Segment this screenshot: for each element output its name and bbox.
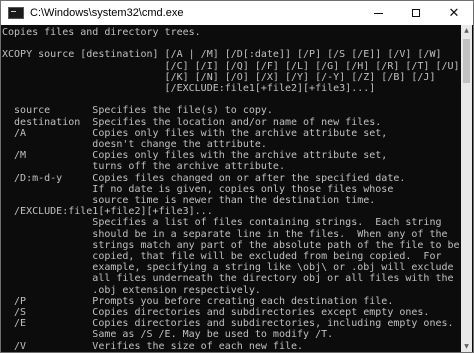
close-button[interactable]: ✕ [435,1,473,25]
console-line: /A Copies only files with the archive at… [2,127,388,139]
console-line: Copies files and directory trees. [2,27,201,38]
scroll-up-arrow-icon[interactable]: ▲ [461,25,472,36]
close-icon: ✕ [448,5,460,21]
console-line: [/C] [/I] [/Q] [/F] [/L] [/G] [/H] [/R] … [2,60,460,72]
console-line: source Specifies the file(s) to copy. [2,105,273,117]
console-line: destination Specifies the location and/o… [2,116,382,128]
minimize-button[interactable] [359,1,397,25]
console-line: should be in a separate line in the file… [2,228,448,240]
cmd-window: C:\Windows\system32\cmd.exe ✕ Copies fil… [0,0,474,353]
console-line: /D:m-d-y Copies files changed on or afte… [2,172,406,184]
maximize-button[interactable] [397,1,435,25]
console-line: /P Prompts you before creating each dest… [2,295,394,307]
console-line: /V Verifies the size of each new file. [2,340,304,352]
console-line: /E Copies directories and subdirectories… [2,318,454,330]
scroll-thumb[interactable] [463,39,470,83]
minimize-icon [373,12,383,14]
console-line: .obj extension respectively. [2,284,261,296]
console-line: [/K] [/N] [/O] [/X] [/Y] [/-Y] [/Z] [/B]… [2,71,436,83]
title-bar[interactable]: C:\Windows\system32\cmd.exe ✕ [1,1,473,25]
console-line: /EXCLUDE:file1[+file2][+file3]... [2,206,213,218]
console-line: example, specifying a string like \obj\ … [2,262,454,274]
console-line: /S Copies directories and subdirectories… [2,307,430,318]
console-line: If no date is given, copies only those f… [2,183,394,195]
console-line: [/EXCLUDE:file1[+file2][+file3]...] [2,83,376,94]
console-line: Specifies a list of files containing str… [2,217,442,229]
console-line: doesn't change the attribute. [2,139,267,150]
console-line: all files underneath the directory obj o… [2,273,454,285]
cmd-icon [8,7,24,19]
console-line: strings match any part of the absolute p… [2,239,460,251]
console-line: XCOPY source [destination] [/A | /M] [/D… [2,49,442,61]
window-title: C:\Windows\system32\cmd.exe [30,7,184,19]
console-output[interactable]: Copies files and directory trees. XCOPY s… [2,25,462,352]
console-line: source time is newer than the destinatio… [2,195,376,206]
console-line: copied, that file will be excluded from … [2,251,442,262]
maximize-icon [412,9,420,17]
vertical-scrollbar[interactable]: ▲ ▼ [461,25,472,352]
caption-buttons: ✕ [359,1,473,25]
scroll-down-arrow-icon[interactable]: ▼ [461,341,472,352]
console-line: turns off the archive attribute. [2,161,285,173]
console-line: /M Copies only files with the archive at… [2,150,388,162]
console-line: Same as /S /E. May be used to modify /T. [2,329,334,341]
